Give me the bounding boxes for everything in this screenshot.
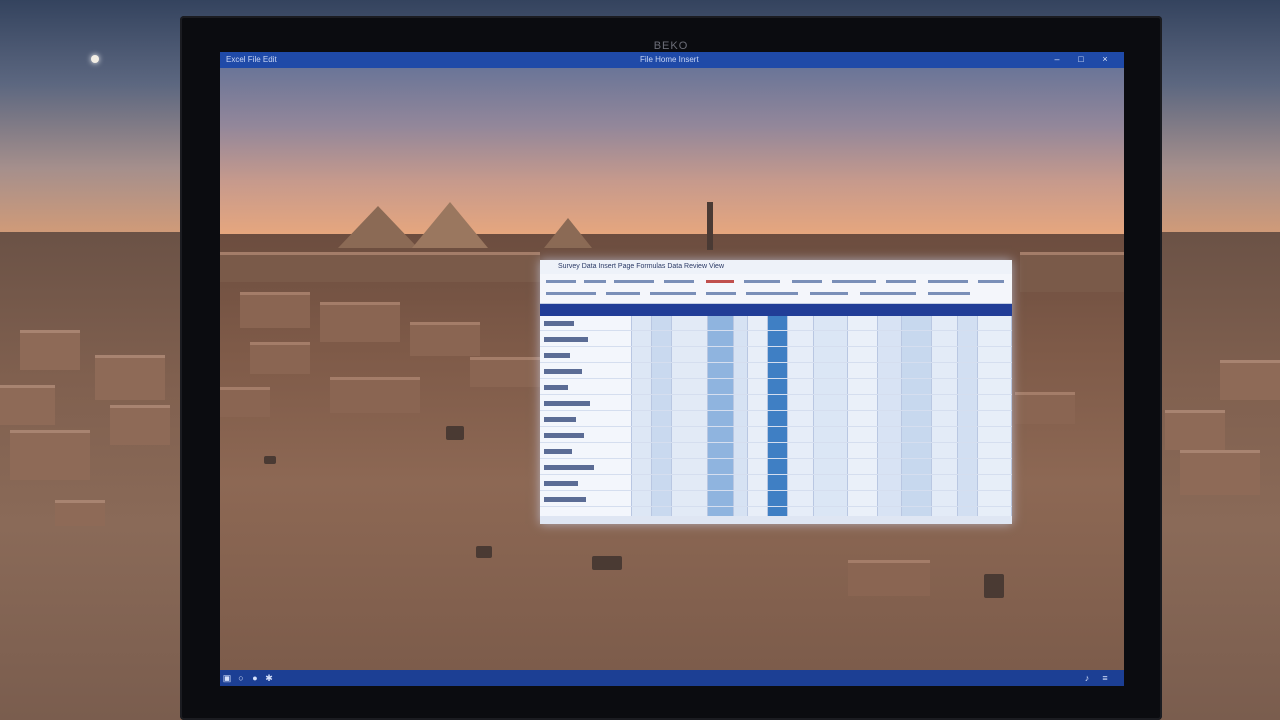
- row-label: [544, 481, 578, 486]
- row-label: [544, 465, 594, 470]
- background-building: [1180, 450, 1260, 495]
- row-divider: [540, 490, 1012, 491]
- house: [330, 377, 420, 413]
- network-icon[interactable]: ≡: [1100, 673, 1110, 683]
- row-label: [544, 449, 572, 454]
- row-divider: [540, 394, 1012, 395]
- row-divider: [540, 426, 1012, 427]
- monitor-brand: BEKO: [653, 40, 689, 52]
- ribbon-tool[interactable]: [706, 292, 736, 295]
- window-title-left: Excel File Edit: [226, 55, 277, 64]
- spreadsheet-window[interactable]: Survey Data Insert Page Formulas Data Re…: [540, 260, 1012, 524]
- house: [220, 387, 270, 417]
- close-icon[interactable]: ×: [1100, 54, 1110, 64]
- background-building: [55, 500, 105, 526]
- ribbon-tool[interactable]: [886, 280, 916, 283]
- ribbon-tool[interactable]: [664, 280, 694, 283]
- rock: [446, 426, 464, 440]
- ribbon-tool[interactable]: [606, 292, 640, 295]
- house: [220, 252, 540, 282]
- rock: [592, 556, 622, 570]
- ribbon-tool[interactable]: [810, 292, 848, 295]
- row-divider: [540, 330, 1012, 331]
- row-divider: [540, 442, 1012, 443]
- volume-icon[interactable]: ♪: [1082, 673, 1092, 683]
- ribbon-tool[interactable]: [744, 280, 780, 283]
- house: [240, 292, 310, 328]
- ribbon-tool[interactable]: [928, 280, 968, 283]
- row-divider: [540, 458, 1012, 459]
- row-divider: [540, 474, 1012, 475]
- spreadsheet-titlebar[interactable]: Survey Data Insert Page Formulas Data Re…: [540, 260, 1012, 274]
- ribbon-tool[interactable]: [978, 280, 1004, 283]
- ribbon-tool[interactable]: [792, 280, 822, 283]
- window-titlebar[interactable]: Excel File Edit File Home Insert – □ ×: [220, 52, 1124, 68]
- search-icon[interactable]: ○: [236, 673, 246, 683]
- house: [320, 302, 400, 342]
- row-label: [544, 417, 576, 422]
- pyramid: [338, 206, 418, 248]
- row-divider: [540, 362, 1012, 363]
- minimize-icon[interactable]: –: [1052, 54, 1062, 64]
- ribbon-tool[interactable]: [928, 292, 970, 295]
- minaret: [707, 202, 713, 250]
- house: [1015, 392, 1075, 424]
- ribbon-tool[interactable]: [546, 280, 576, 283]
- spreadsheet-title: Survey Data Insert Page Formulas Data Re…: [558, 263, 724, 270]
- row-label: [544, 321, 574, 326]
- row-label: [544, 401, 590, 406]
- pyramid: [412, 202, 488, 248]
- task-view-icon[interactable]: ●: [250, 673, 260, 683]
- monitor-screen: Excel File Edit File Home Insert – □ × S…: [220, 52, 1124, 686]
- background-building: [95, 355, 165, 400]
- ribbon-tool[interactable]: [614, 280, 654, 283]
- taskbar[interactable]: ▣ ○ ● ✱ ♪ ≡: [220, 670, 1124, 686]
- ribbon-tool[interactable]: [650, 292, 696, 295]
- column-header-row[interactable]: [540, 304, 1012, 316]
- background-building: [1165, 410, 1225, 450]
- house: [848, 560, 930, 596]
- background-building: [20, 330, 80, 370]
- rock: [984, 574, 1004, 598]
- row-label: [544, 369, 582, 374]
- rock: [476, 546, 492, 558]
- maximize-icon[interactable]: □: [1076, 54, 1086, 64]
- ribbon-tool[interactable]: [706, 280, 734, 283]
- house: [250, 342, 310, 374]
- window-title-center: File Home Insert: [640, 55, 699, 64]
- row-label: [544, 337, 588, 342]
- house: [410, 322, 480, 356]
- start-icon[interactable]: ▣: [222, 673, 232, 683]
- pyramid: [544, 218, 592, 248]
- ribbon-tool[interactable]: [746, 292, 798, 295]
- row-divider: [540, 410, 1012, 411]
- spreadsheet-ribbon[interactable]: [540, 274, 1012, 304]
- browser-icon[interactable]: ✱: [264, 673, 274, 683]
- house: [470, 357, 540, 387]
- ribbon-tool[interactable]: [860, 292, 916, 295]
- row-divider: [540, 378, 1012, 379]
- spreadsheet-grid[interactable]: [540, 316, 1012, 516]
- spreadsheet-status-bar: [540, 516, 1012, 524]
- ribbon-tool[interactable]: [584, 280, 606, 283]
- row-divider: [540, 346, 1012, 347]
- ribbon-tool[interactable]: [546, 292, 596, 295]
- row-label: [544, 497, 586, 502]
- ribbon-tool[interactable]: [832, 280, 876, 283]
- background-building: [0, 385, 55, 425]
- row-divider: [540, 506, 1012, 507]
- moon: [91, 55, 99, 63]
- house: [1020, 252, 1124, 292]
- rock: [264, 456, 276, 464]
- background-building: [10, 430, 90, 480]
- background-building: [110, 405, 170, 445]
- row-label: [544, 433, 584, 438]
- row-label: [544, 353, 570, 358]
- background-building: [1220, 360, 1280, 400]
- row-label: [544, 385, 568, 390]
